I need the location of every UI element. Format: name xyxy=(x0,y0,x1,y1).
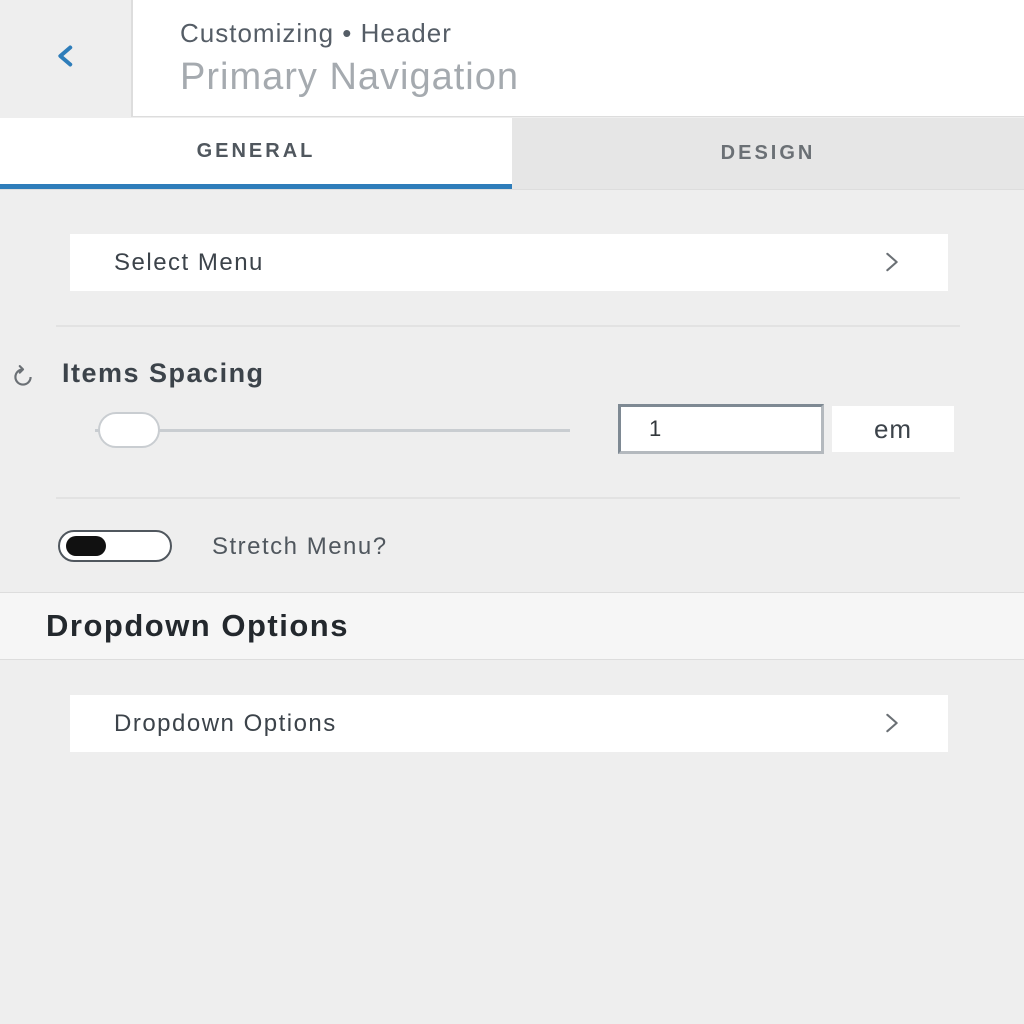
header-text: Customizing • Header Primary Navigation xyxy=(180,18,519,102)
page-title: Primary Navigation xyxy=(180,56,519,98)
tab-design[interactable]: Design xyxy=(512,118,1024,189)
breadcrumb: Customizing • Header xyxy=(180,18,452,48)
chevron-left-icon xyxy=(57,45,72,66)
stretch-menu-toggle[interactable] xyxy=(58,530,172,562)
items-spacing-slider-thumb[interactable] xyxy=(98,412,160,448)
divider xyxy=(56,325,960,327)
items-spacing-slider-track[interactable] xyxy=(95,429,570,432)
customizer-header: Customizing • Header Primary Navigation xyxy=(0,0,1024,117)
dropdown-options-label: Dropdown Options xyxy=(114,709,337,737)
items-spacing-input[interactable] xyxy=(618,404,824,454)
section-title: Dropdown Options xyxy=(46,608,349,643)
chevron-right-icon xyxy=(886,252,898,272)
select-menu-label: Select Menu xyxy=(114,248,264,276)
unit-select[interactable]: em xyxy=(832,406,954,452)
reset-icon[interactable] xyxy=(10,364,36,390)
select-menu-row[interactable]: Select Menu xyxy=(70,234,948,291)
stretch-menu-label: Stretch Menu? xyxy=(212,533,388,560)
divider xyxy=(56,497,960,499)
dropdown-options-row[interactable]: Dropdown Options xyxy=(70,695,948,752)
chevron-right-icon xyxy=(886,713,898,733)
tab-general[interactable]: General xyxy=(0,118,512,189)
items-spacing-label: Items Spacing xyxy=(62,358,265,388)
back-button[interactable] xyxy=(0,0,133,117)
customizer-panel: Customizing • Header Primary Navigation … xyxy=(0,0,1024,1024)
section-header: Dropdown Options xyxy=(0,592,1024,660)
toggle-knob xyxy=(66,536,106,556)
tab-bar: General Design xyxy=(0,118,1024,190)
